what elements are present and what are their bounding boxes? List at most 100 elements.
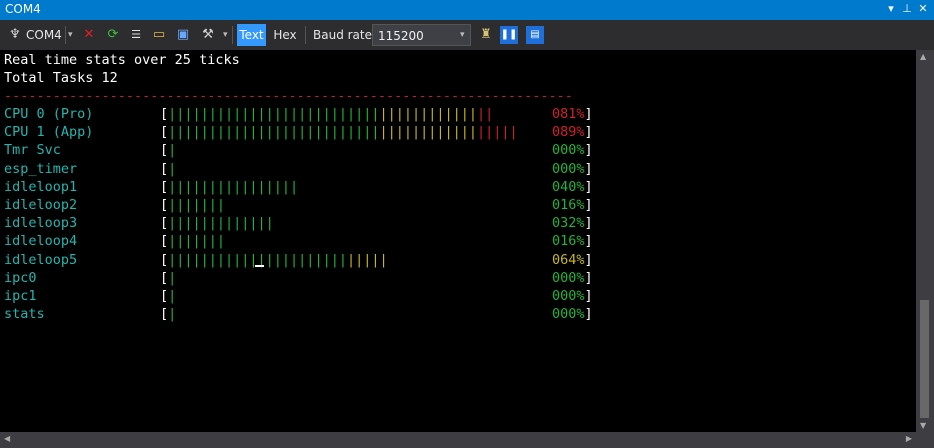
- bar-segment-green: ||||||||||||||||||||||||||: [168, 106, 380, 122]
- save-icon[interactable]: ▣: [174, 26, 192, 44]
- usage-percent-group: 040%]: [552, 178, 593, 196]
- usage-percent: 000%: [552, 306, 585, 323]
- total-tasks: Total Tasks 12: [4, 70, 118, 86]
- baud-rate-select[interactable]: 115200: [372, 24, 471, 46]
- bar-open-bracket: [: [160, 142, 169, 159]
- usage-bar: [|: [160, 160, 176, 178]
- bar-close-bracket: ]: [584, 197, 593, 213]
- usage-percent-group: 089%]: [552, 123, 593, 141]
- dropdown-icon[interactable]: ▾: [884, 2, 898, 16]
- scroll-up-icon[interactable]: ▲: [920, 52, 926, 61]
- settings-dropdown-icon[interactable]: ▾: [223, 24, 228, 46]
- usage-bar: [|: [160, 305, 176, 323]
- usage-percent-group: 032%]: [552, 214, 593, 232]
- task-name: idleloop2: [4, 197, 78, 213]
- vertical-scrollbar[interactable]: ▲ ▼: [916, 50, 934, 432]
- baud-rate-label: Baud rate:: [313, 28, 377, 42]
- scroll-left-icon[interactable]: ◀: [4, 434, 10, 443]
- usage-percent: 000%: [552, 269, 585, 286]
- task-name: ipc1: [4, 288, 37, 304]
- bar-close-bracket: ]: [584, 178, 593, 195]
- bar-close-bracket: ]: [584, 251, 593, 268]
- bar-close-bracket: ]: [584, 233, 593, 250]
- pin-icon[interactable]: ♜: [477, 26, 495, 44]
- open-folder-icon[interactable]: ▭: [150, 26, 168, 44]
- usage-percent-group: 016%]: [552, 196, 593, 214]
- settings-icon[interactable]: ⚒: [199, 26, 217, 44]
- bar-close-bracket: ]: [584, 160, 593, 177]
- bar-close-bracket: ]: [584, 306, 593, 323]
- usage-percent-group: 000%]: [552, 160, 593, 178]
- task-name: CPU 0 (Pro): [4, 106, 94, 122]
- usage-percent: 081%: [552, 106, 585, 122]
- bar-segment-red: ||: [477, 106, 494, 122]
- usage-percent-group: 000%]: [552, 287, 593, 305]
- bar-segment-green: |||||||: [168, 197, 226, 213]
- refresh-icon[interactable]: ⟳: [104, 26, 122, 44]
- task-name: idleloop5: [4, 251, 78, 268]
- hex-mode-button[interactable]: Hex: [270, 24, 300, 46]
- text-mode-button[interactable]: Text: [237, 24, 266, 46]
- clear-icon[interactable]: ☰: [127, 26, 145, 44]
- bar-segment-green: |: [168, 160, 177, 177]
- bar-open-bracket: [: [160, 124, 169, 141]
- bar-close-bracket: ]: [584, 288, 593, 304]
- pin-window-icon[interactable]: ⊥: [900, 2, 914, 16]
- port-dropdown-icon[interactable]: ▾: [68, 24, 73, 46]
- bar-segment-red: |||||: [477, 124, 518, 141]
- bar-open-bracket: [: [160, 233, 169, 250]
- bar-segment-green: |: [168, 306, 177, 323]
- bar-segment-green: |: [168, 142, 177, 159]
- usage-percent-group: 000%]: [552, 141, 593, 159]
- bar-segment-yellow: ||||||||||||: [379, 124, 478, 141]
- bar-open-bracket: [: [160, 306, 169, 323]
- usage-percent: 000%: [552, 288, 585, 304]
- scroll-down-icon[interactable]: ▼: [920, 421, 926, 430]
- bar-segment-green: |||||||||||||: [168, 215, 274, 232]
- bar-segment-green: ||||||||||||||||: [168, 178, 299, 195]
- scroll-right-icon[interactable]: ▶: [906, 434, 912, 443]
- task-name: CPU 1 (App): [4, 124, 94, 141]
- task-name: idleloop1: [4, 178, 78, 195]
- bar-segment-green: |: [168, 288, 177, 304]
- bar-open-bracket: [: [160, 178, 169, 195]
- usage-percent-group: 081%]: [552, 105, 593, 123]
- terminal-output[interactable]: Real time stats over 25 ticks Total Task…: [0, 50, 916, 432]
- bar-close-bracket: ]: [584, 106, 593, 122]
- port-icon[interactable]: ♆: [6, 26, 24, 44]
- task-name: ipc0: [4, 269, 37, 286]
- task-name: idleloop3: [4, 215, 78, 232]
- usage-percent-group: 064%]: [552, 251, 593, 269]
- close-icon[interactable]: ✕: [916, 2, 930, 16]
- task-name: stats: [4, 306, 45, 323]
- divider-line: ----------------------------------------…: [4, 88, 573, 104]
- panel-icon[interactable]: ▤: [526, 26, 544, 44]
- usage-bar: [|: [160, 269, 176, 287]
- usage-percent-group: 000%]: [552, 269, 593, 287]
- bar-close-bracket: ]: [584, 142, 593, 159]
- bar-open-bracket: [: [160, 215, 169, 232]
- bar-close-bracket: ]: [584, 269, 593, 286]
- usage-bar: [|||||||: [160, 232, 225, 250]
- bar-segment-green: |||||||: [168, 233, 226, 250]
- usage-percent: 016%: [552, 197, 585, 213]
- window-title: COM4: [5, 2, 41, 16]
- usage-bar: [|||||||||||||: [160, 214, 274, 232]
- horizontal-scrollbar[interactable]: ◀ ▶: [0, 432, 934, 448]
- bar-open-bracket: [: [160, 269, 169, 286]
- bar-open-bracket: [: [160, 106, 169, 122]
- bar-close-bracket: ]: [584, 124, 593, 141]
- scrollbar-thumb[interactable]: [920, 300, 929, 418]
- bar-open-bracket: [: [160, 160, 169, 177]
- usage-bar: [|: [160, 287, 176, 305]
- usage-percent: 064%: [552, 251, 585, 268]
- disconnect-icon[interactable]: ✕: [80, 26, 98, 44]
- task-name: idleloop4: [4, 233, 78, 250]
- baud-dropdown-icon[interactable]: ▾: [460, 24, 465, 46]
- stats-header: Real time stats over 25 ticks: [4, 52, 240, 68]
- usage-percent-group: 000%]: [552, 305, 593, 323]
- port-selector[interactable]: COM4: [26, 24, 62, 46]
- usage-bar: [|||||||: [160, 196, 225, 214]
- task-name: Tmr Svc: [4, 142, 61, 159]
- pause-icon[interactable]: ❚❚: [500, 26, 518, 44]
